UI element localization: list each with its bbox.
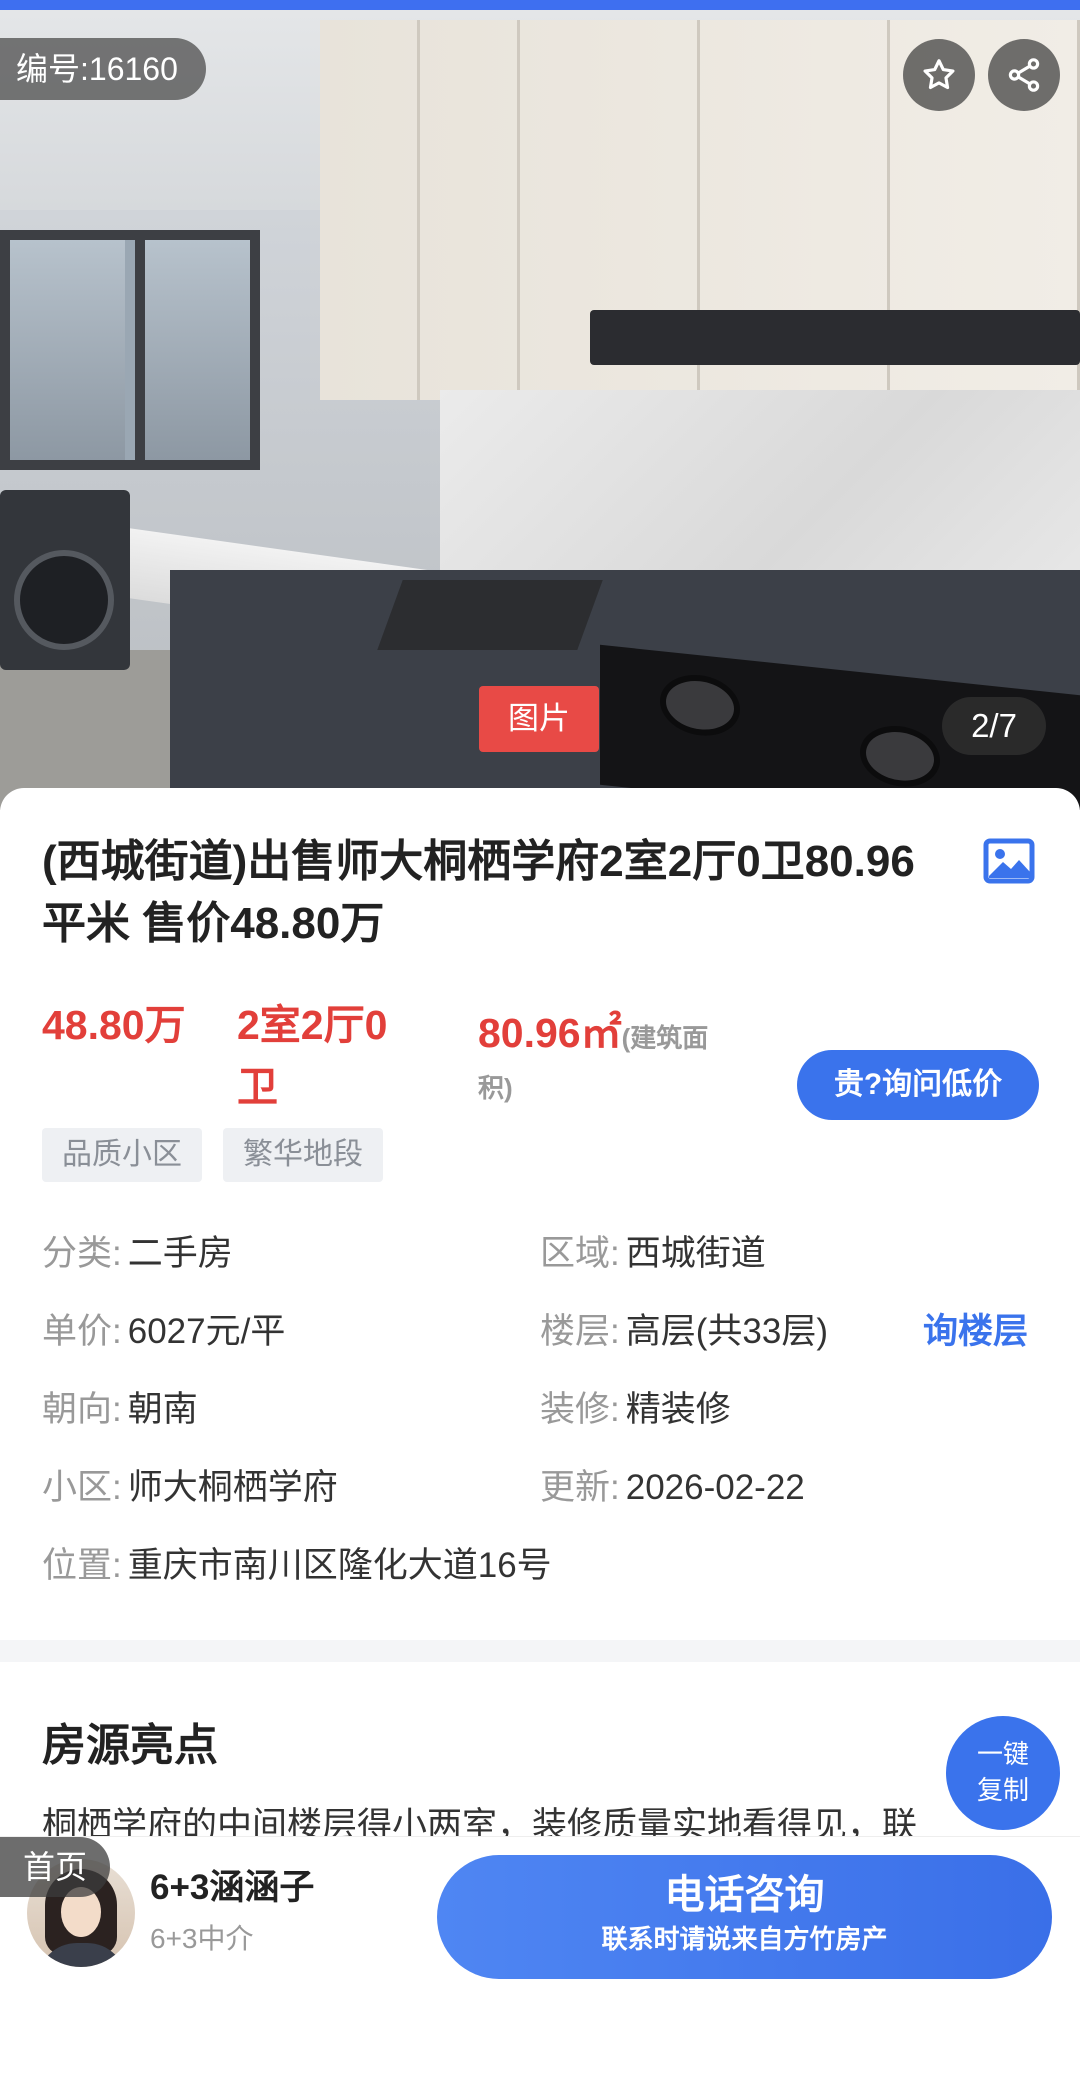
photo-sink [377, 580, 603, 650]
bottom-contact-bar: 首页 6+3涵涵子 6+3中介 电话咨询 联系时请说来自方竹房产 [0, 1836, 1080, 2094]
info-decoration: 装修: 精装修 [540, 1390, 731, 1429]
share-button[interactable] [988, 39, 1060, 111]
tag-quality-community: 品质小区 [42, 1128, 202, 1182]
phone-consult-button[interactable]: 电话咨询 联系时请说来自方竹房产 [437, 1855, 1052, 1979]
ask-lower-price-button[interactable]: 贵?询问低价 [797, 1050, 1039, 1120]
info-district: 区域: 西城街道 [540, 1234, 766, 1273]
call-button-label: 电话咨询 [664, 1873, 825, 1917]
section-divider [0, 1640, 1080, 1662]
copy-button-line2: 复制 [976, 1775, 1029, 1805]
ask-floor-link[interactable]: 询楼层 [923, 1306, 1028, 1358]
photo-counter: 2/7 [942, 697, 1046, 755]
top-accent-line [0, 0, 1080, 10]
listing-card: (西城街道)出售师大桐栖学府2室2厅0卫80.96平米 售价48.80万 48.… [0, 788, 1080, 1648]
photo-category-tag[interactable]: 图片 [479, 686, 599, 752]
photo-washing-machine [0, 490, 130, 670]
area-stat: 80.96㎡(建筑面 [478, 1002, 708, 1069]
area-note-tail: 积) [478, 1073, 513, 1103]
listing-title: (西城街道)出售师大桐栖学府2室2厅0卫80.96平米 售价48.80万 [42, 837, 915, 948]
area-value: 80.96㎡ [478, 1010, 622, 1056]
photo-window [0, 230, 260, 470]
price-stat: 48.80万 [42, 1002, 186, 1048]
listing-id-badge: 编号:16160 [0, 38, 206, 100]
info-community: 小区: 师大桐栖学府 [42, 1468, 338, 1507]
info-orientation: 朝向: 朝南 [42, 1390, 198, 1429]
highlights-text: 桐栖学府的中间楼层得小两室，装修质量实地看得见，联 [42, 1806, 918, 1836]
info-unit-price: 单价: 6027元/平 [42, 1312, 286, 1351]
highlights-title: 房源亮点 [42, 1721, 218, 1770]
info-updated: 更新: 2026-02-22 [540, 1468, 805, 1507]
info-location: 位置: 重庆市南川区隆化大道16号 [42, 1546, 552, 1585]
info-floor: 楼层: 高层(共33层) [540, 1312, 828, 1351]
agent-name[interactable]: 6+3涵涵子 [150, 1865, 314, 1911]
photo-range-hood [590, 310, 1080, 365]
copy-button[interactable]: 一键 复制 [946, 1716, 1060, 1830]
share-icon [1008, 58, 1040, 92]
call-button-sublabel: 联系时请说来自方竹房产 [601, 1924, 888, 1954]
image-gallery-icon[interactable] [983, 838, 1035, 884]
agent-agency: 6+3中介 [150, 1923, 254, 1954]
area-note: (建筑面 [621, 1023, 709, 1053]
star-icon [923, 59, 955, 90]
info-category: 分类: 二手房 [42, 1234, 233, 1273]
home-button[interactable]: 首页 [0, 1837, 110, 1897]
copy-button-line1: 一键 [976, 1739, 1029, 1769]
favorite-button[interactable] [903, 39, 975, 111]
layout-stat: 2室2厅0卫 [237, 1002, 388, 1110]
tag-prime-location: 繁华地段 [223, 1128, 383, 1182]
